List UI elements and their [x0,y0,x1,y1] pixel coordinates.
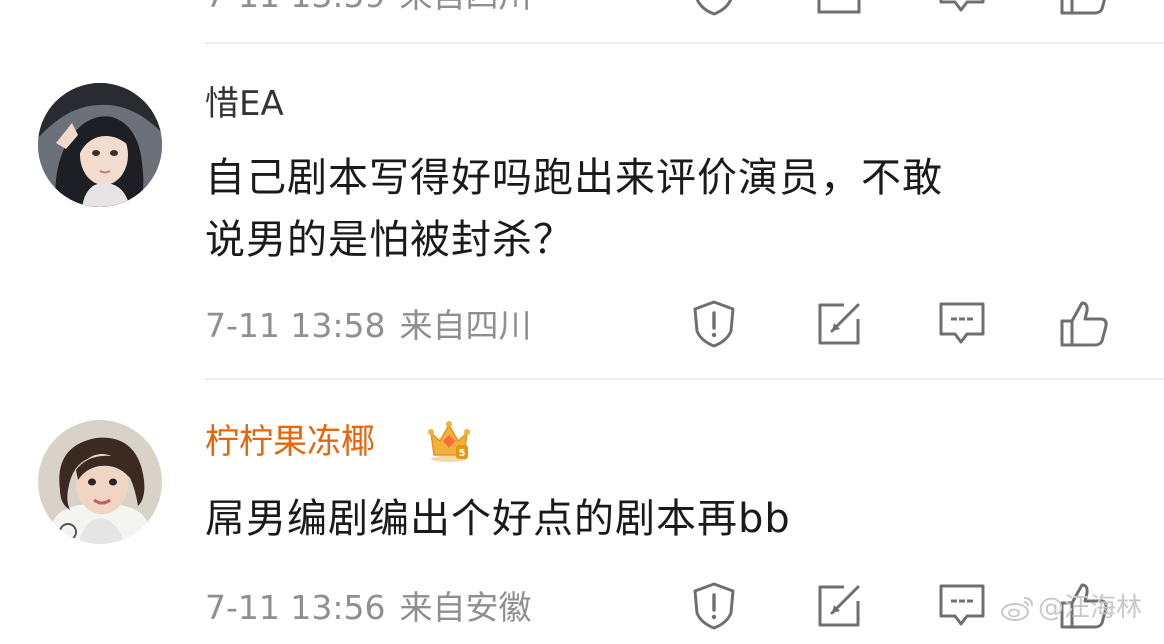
comment-timestamp: 7-11 13:56 [205,588,386,627]
svg-text:5: 5 [459,448,466,459]
report-button[interactable] [688,580,740,632]
comment-meta: 7-11 13:56 来自安徽 [205,586,532,630]
comment-button[interactable] [936,580,988,632]
comment-text: 屌男编剧编出个好点的剧本再bb [205,488,1105,550]
comment-text-line: 屌男编剧编出个好点的剧本再bb [205,496,791,542]
avatar[interactable] [38,420,162,544]
username[interactable]: 柠柠果冻椰 [205,420,375,464]
user-avatar-image [38,420,162,544]
weibo-icon [1001,597,1033,621]
repost-icon [818,585,860,627]
comment-location: 来自安徽 [399,588,532,627]
report-shield-icon [693,582,735,630]
watermark-text: @汪海林 [1038,593,1143,623]
watermark: @汪海林 [1000,588,1142,628]
vip-crown-icon: 5 [426,419,472,463]
repost-button[interactable] [813,580,865,632]
comment-bubble-icon [939,584,985,626]
comment-item: 柠柠果冻椰 5 屌男编剧编出个好点的剧本再bb 7-11 13:56 来自安徽 [0,0,1164,644]
